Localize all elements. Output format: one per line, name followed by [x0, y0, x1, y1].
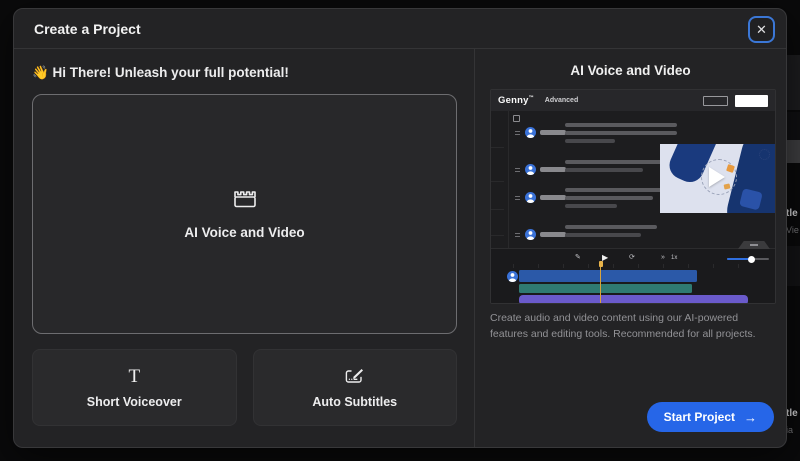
audio-track-purple	[519, 295, 748, 303]
background-text-fragment: tle	[786, 208, 798, 219]
card-ai-voice-and-video[interactable]: AI Voice and Video	[32, 94, 457, 334]
genny-editor-preview: Genny™ Advanced ✎ ▶ ⟳ » 1x	[490, 89, 776, 304]
illustration-globe	[759, 148, 771, 160]
speed-label: 1x	[671, 255, 678, 261]
preview-outline-button	[703, 95, 728, 106]
start-project-label: Start Project	[663, 410, 735, 424]
speaker-avatar	[525, 127, 536, 138]
card-auto-subtitles[interactable]: Auto Subtitles	[252, 349, 457, 426]
drag-handle-icon	[515, 196, 520, 200]
detail-title: AI Voice and Video	[570, 63, 691, 78]
background-text-fragment: tle	[786, 408, 798, 419]
clapperboard-icon	[232, 189, 258, 209]
drag-handle-icon	[515, 131, 520, 135]
speaker-name-bar	[540, 167, 566, 172]
speaker-name-bar	[540, 195, 566, 200]
trim-tool-icon: ✎	[575, 254, 581, 261]
slider-knob	[748, 255, 755, 263]
speaker-name-bar	[540, 130, 566, 135]
audio-track-teal	[519, 284, 692, 293]
speaker-name-bar	[540, 232, 566, 237]
modal-header: Create a Project ✕	[14, 9, 786, 49]
greeting-text: 👋 Hi There! Unleash your full potential!	[32, 65, 289, 80]
card-label: Auto Subtitles	[312, 394, 398, 409]
timeline-ruler	[513, 264, 763, 268]
playhead	[598, 261, 603, 303]
audio-track-blue	[519, 270, 697, 282]
project-detail-section: AI Voice and Video Genny™ Advanced ✎ ▶ ⟳…	[475, 49, 786, 447]
fast-forward-icon: »	[661, 254, 665, 261]
card-label: AI Voice and Video	[184, 224, 305, 240]
loop-icon: ⟳	[629, 254, 635, 261]
start-project-button[interactable]: Start Project →	[646, 402, 774, 432]
background-thumbnail	[787, 246, 800, 286]
preview-left-rail	[491, 111, 509, 250]
add-block-icon	[513, 115, 520, 122]
track-speaker-avatar	[507, 271, 518, 282]
background-thumbnail	[787, 140, 800, 163]
video-preview-thumbnail	[660, 144, 775, 213]
preview-primary-button	[735, 94, 768, 107]
secondary-cards-row: T Short Voiceover Auto Subtitles	[32, 349, 457, 426]
subtitles-edit-icon	[345, 367, 364, 387]
close-icon: ✕	[756, 22, 767, 37]
zoom-slider	[727, 255, 769, 263]
genny-logo: Genny™	[498, 94, 534, 107]
card-label: Short Voiceover	[86, 394, 182, 409]
preview-topbar: Genny™ Advanced	[491, 90, 775, 111]
arrow-right-icon: →	[744, 409, 757, 425]
speaker-avatar	[525, 164, 536, 175]
create-project-modal: Create a Project ✕ 👋 Hi There! Unleash y…	[13, 8, 787, 448]
drag-handle-icon	[515, 168, 520, 172]
speaker-avatar	[525, 192, 536, 203]
background-thumbnail	[787, 55, 800, 110]
mode-label: Advanced	[544, 97, 579, 104]
description-text: Create audio and video content using our…	[490, 312, 756, 340]
project-type-section: 👋 Hi There! Unleash your full potential!…	[14, 49, 474, 447]
card-short-voiceover[interactable]: T Short Voiceover	[32, 349, 237, 426]
drag-handle-icon	[515, 233, 520, 237]
play-icon	[708, 167, 725, 188]
close-button[interactable]: ✕	[748, 16, 775, 43]
background-text-fragment: Vie	[786, 225, 799, 235]
play-button-icon: ▶	[602, 253, 609, 262]
modal-title: Create a Project	[34, 21, 141, 37]
modal-body: 👋 Hi There! Unleash your full potential!…	[14, 49, 786, 447]
text-icon: T	[128, 366, 141, 387]
background-thumbnail	[787, 112, 800, 140]
speaker-avatar	[525, 229, 536, 240]
timeline-collapse-handle	[738, 241, 770, 249]
trademark-mark: ™	[528, 94, 534, 101]
background-text-fragment: ia	[786, 425, 794, 435]
timeline-panel: ✎ ▶ ⟳ » 1x	[491, 241, 775, 303]
